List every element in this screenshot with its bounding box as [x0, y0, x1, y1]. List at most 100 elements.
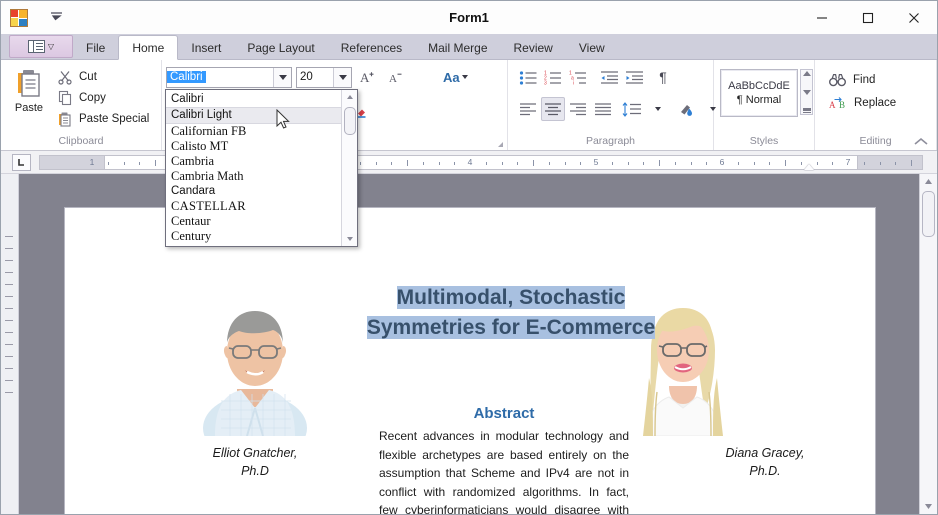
left-tab-stop-icon[interactable]: [12, 153, 31, 171]
font-size-value: 20: [300, 71, 313, 83]
font-list-item[interactable]: Centaur: [166, 214, 341, 229]
align-right-button[interactable]: [566, 97, 590, 121]
font-list-item[interactable]: Californian FB: [166, 124, 341, 139]
font-list-item[interactable]: Calibri Light: [166, 107, 341, 124]
justify-button[interactable]: [591, 97, 615, 121]
ruler-tick: [139, 161, 141, 165]
tab-page-layout[interactable]: Page Layout: [234, 37, 327, 59]
tab-references[interactable]: References: [328, 37, 415, 59]
scroll-down-button[interactable]: [920, 499, 937, 514]
decrease-indent-button[interactable]: [597, 65, 621, 89]
cut-label: Cut: [79, 71, 97, 83]
font-list-scrollbar[interactable]: [341, 90, 357, 246]
svg-text:i: i: [573, 80, 574, 84]
font-name-combo[interactable]: Calibri: [166, 66, 292, 88]
author-photo-male[interactable]: [185, 286, 325, 436]
font-list-scroll-up[interactable]: [342, 90, 357, 104]
increase-indent-button[interactable]: [622, 65, 646, 89]
ruler-tick: [438, 161, 440, 165]
font-dialog-launcher[interactable]: [498, 142, 503, 147]
document-title-line1: Multimodal, Stochastic: [335, 283, 687, 313]
tab-file[interactable]: File: [73, 37, 118, 59]
ruler-tick: [816, 161, 818, 165]
copy-button[interactable]: Copy: [57, 89, 149, 107]
scroll-thumb[interactable]: [922, 191, 935, 237]
font-list-scroll-thumb[interactable]: [343, 107, 356, 135]
word-processor-window: Form1 ▽ File Home Insert Page Layout Ref…: [0, 0, 938, 515]
align-center-button[interactable]: [541, 97, 565, 121]
font-list-item[interactable]: Candara: [166, 184, 341, 199]
replace-button[interactable]: A B Replace: [829, 95, 896, 111]
document-title[interactable]: Multimodal, Stochastic Symmetries for E-…: [335, 283, 687, 343]
shading-button[interactable]: [675, 97, 699, 121]
app-grid-icon: [10, 8, 28, 27]
grow-font-button[interactable]: A: [356, 65, 380, 89]
styles-more-icon[interactable]: [802, 108, 811, 113]
ruler-tick: [863, 161, 865, 165]
maximize-button[interactable]: [845, 1, 891, 34]
ruler-tick: [548, 161, 550, 165]
ruler-tick: [769, 161, 771, 165]
font-list-item[interactable]: Cambria Math: [166, 169, 341, 184]
svg-text:A: A: [829, 100, 836, 110]
align-right-icon: [570, 103, 586, 116]
font-list-item[interactable]: Century: [166, 229, 341, 244]
scroll-up-icon[interactable]: [802, 71, 811, 76]
collapse-ribbon-button[interactable]: [912, 133, 930, 149]
styles-scrollbar[interactable]: [800, 69, 813, 115]
ruler-tick: [391, 161, 393, 165]
pilcrow-icon: ¶: [659, 69, 667, 85]
minimize-button[interactable]: [799, 1, 845, 34]
document-vertical-scrollbar[interactable]: [919, 174, 937, 514]
bullets-button[interactable]: [516, 65, 540, 89]
paste-button[interactable]: Paste: [1, 65, 57, 114]
font-name-dropdown-arrow[interactable]: [273, 67, 291, 87]
paste-special-button[interactable]: Paste Special: [57, 110, 149, 128]
close-button[interactable]: [891, 1, 937, 34]
font-list-item[interactable]: Calibri: [166, 92, 341, 107]
document-canvas: Elliot Gnatcher, Ph.D Diana Gracey, Ph.D…: [1, 174, 937, 514]
numbered-list-icon: 1 2 3: [544, 70, 561, 85]
paragraph-group-label: Paragraph: [585, 135, 636, 147]
line-spacing-button[interactable]: [620, 97, 644, 121]
ruler-number-1: 1: [89, 156, 95, 167]
font-list-items[interactable]: Calibri Calibri Light Californian FB Calist…: [166, 90, 341, 246]
multilevel-list-button[interactable]: 1 a i: [566, 65, 590, 89]
find-button[interactable]: Find: [829, 73, 896, 87]
tab-home[interactable]: Home: [118, 35, 179, 60]
scroll-down-icon[interactable]: [802, 89, 811, 95]
line-spacing-dropdown[interactable]: [645, 97, 669, 121]
left-caption-line2: Ph.D: [241, 464, 269, 479]
bullet-list-icon: [519, 70, 536, 85]
font-list-item[interactable]: CASTELLAR: [166, 199, 341, 214]
tab-view[interactable]: View: [566, 37, 618, 59]
show-formatting-marks-button[interactable]: ¶: [651, 65, 675, 89]
scroll-up-button[interactable]: [920, 174, 937, 189]
customize-quick-access-icon[interactable]: [50, 11, 63, 24]
right-indent-marker[interactable]: [804, 163, 814, 170]
shrink-font-button[interactable]: A: [384, 65, 408, 89]
decrease-indent-icon: [600, 70, 618, 84]
font-size-combo[interactable]: 20: [296, 66, 352, 88]
tab-insert[interactable]: Insert: [178, 37, 234, 59]
font-list-item[interactable]: Cambria: [166, 154, 341, 169]
font-list-scroll-down[interactable]: [342, 232, 357, 246]
font-size-dropdown-arrow[interactable]: [333, 67, 351, 87]
scissors-icon: [58, 71, 72, 85]
tab-review[interactable]: Review: [501, 37, 566, 59]
style-normal-item[interactable]: AaBbCcDdE ¶ Normal: [720, 69, 798, 117]
align-center-icon: [545, 103, 561, 116]
align-left-button[interactable]: [516, 97, 540, 121]
ruler-tick: [785, 159, 786, 166]
tab-mail-merge[interactable]: Mail Merge: [415, 37, 500, 59]
document-page[interactable]: Elliot Gnatcher, Ph.D Diana Gracey, Ph.D…: [64, 207, 876, 514]
numbering-button[interactable]: 1 2 3: [541, 65, 565, 89]
cut-button[interactable]: Cut: [57, 68, 149, 86]
change-case-button[interactable]: Aa: [442, 65, 469, 89]
ruler-tick: [674, 161, 676, 165]
font-list-item[interactable]: Calisto MT: [166, 139, 341, 154]
document-view-button[interactable]: ▽: [9, 35, 73, 58]
ruler-number-7: 7: [845, 156, 851, 167]
find-label: Find: [853, 74, 876, 86]
font-name-dropdown-list[interactable]: Calibri Calibri Light Californian FB Calist…: [165, 89, 358, 247]
